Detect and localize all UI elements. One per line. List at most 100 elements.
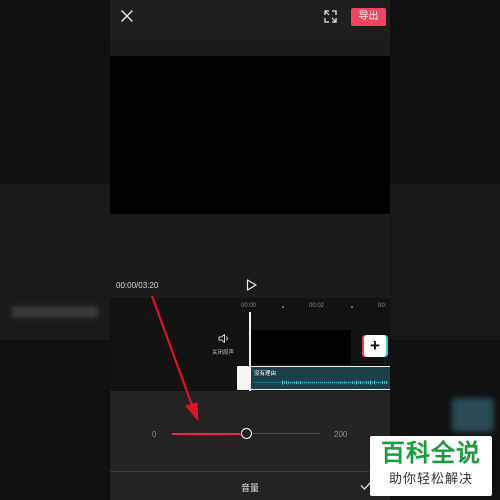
ruler-tick xyxy=(351,306,353,308)
export-button[interactable]: 导出 xyxy=(351,8,386,26)
blurred-background-right xyxy=(390,0,500,500)
waveform-bar xyxy=(272,382,274,383)
blurred-tile xyxy=(452,398,494,432)
waveform-bar xyxy=(338,381,340,384)
waveform-bar xyxy=(298,381,300,384)
audio-clip-handle[interactable] xyxy=(237,366,249,390)
waveform-bar xyxy=(342,381,344,384)
waveform-bar xyxy=(290,381,292,384)
waveform-bar xyxy=(382,381,384,384)
video-clip[interactable] xyxy=(251,330,351,364)
waveform-bar xyxy=(366,381,368,384)
waveform-bar xyxy=(368,381,370,384)
timeline[interactable]: 00:00 00:02 00: 关闭原声 + 没有理由 xyxy=(110,298,390,391)
waveform-bar xyxy=(336,381,338,384)
waveform-bar xyxy=(350,381,352,384)
waveform-bar xyxy=(274,382,276,383)
fullscreen-icon[interactable] xyxy=(324,10,337,23)
watermark-title: 百科全说 xyxy=(381,439,481,467)
audio-clip[interactable]: 没有理由 xyxy=(251,366,390,390)
panel-divider xyxy=(110,471,390,472)
watermark-logo: 百科全说 助你轻松解决 xyxy=(370,436,492,496)
waveform-bar xyxy=(268,382,270,383)
screenshot: 导出 00:00/03:20 00:00 00:02 00: 关闭原声 + 没有… xyxy=(0,0,500,500)
waveform-bar xyxy=(318,381,320,384)
waveform-bar xyxy=(386,381,388,384)
waveform-bar xyxy=(352,381,354,384)
waveform-bar xyxy=(260,382,262,383)
watermark-subtitle: 助你轻松解决 xyxy=(388,472,473,487)
waveform-bar xyxy=(296,381,298,384)
close-icon[interactable] xyxy=(120,9,134,23)
waveform-bar xyxy=(358,381,360,384)
waveform-bar xyxy=(302,381,304,384)
waveform-bar xyxy=(322,381,324,384)
top-bar: 导出 xyxy=(110,0,390,40)
waveform-bar xyxy=(376,381,378,384)
volume-panel: 0 200 音量 xyxy=(110,391,390,500)
waveform-bar xyxy=(324,381,326,384)
blurred-band xyxy=(390,184,500,340)
volume-slider-fill xyxy=(172,432,246,435)
waveform-bar xyxy=(380,381,382,384)
playback-timecode: 00:00/03:20 xyxy=(116,281,159,290)
waveform-bar xyxy=(314,381,316,384)
speaker-icon[interactable] xyxy=(218,333,230,344)
add-clip-button[interactable]: + xyxy=(364,335,386,357)
waveform-bar xyxy=(320,381,322,384)
waveform-bar xyxy=(256,382,258,383)
waveform-bar xyxy=(262,382,264,383)
waveform-bar xyxy=(326,381,328,384)
volume-slider-knob[interactable] xyxy=(241,428,252,439)
waveform-bar xyxy=(344,381,346,384)
waveform-bar xyxy=(306,381,308,384)
waveform-bar xyxy=(328,381,330,384)
waveform-bar xyxy=(276,382,278,383)
waveform-bar xyxy=(346,381,348,384)
waveform-bar xyxy=(254,382,256,383)
blurred-text xyxy=(12,306,98,318)
audio-waveform xyxy=(254,380,388,385)
waveform-bar xyxy=(332,381,334,384)
waveform-bar xyxy=(278,382,280,383)
ruler-tick xyxy=(282,306,284,308)
waveform-bar xyxy=(312,381,314,384)
waveform-bar xyxy=(292,381,294,384)
volume-slider[interactable] xyxy=(172,428,320,439)
waveform-bar xyxy=(316,381,318,384)
waveform-bar xyxy=(364,381,366,384)
audio-track-title: 没有理由 xyxy=(254,371,277,377)
waveform-bar xyxy=(384,381,386,384)
waveform-bar xyxy=(356,380,358,385)
blurred-background-left xyxy=(0,0,110,500)
volume-panel-title: 音量 xyxy=(240,483,259,493)
waveform-bar xyxy=(354,381,356,384)
waveform-bar xyxy=(310,381,312,384)
waveform-bar xyxy=(286,380,288,385)
plus-icon: + xyxy=(370,336,380,355)
waveform-bar xyxy=(266,382,268,383)
waveform-bar xyxy=(282,380,284,385)
waveform-bar xyxy=(370,380,372,385)
waveform-bar xyxy=(374,380,376,385)
waveform-bar xyxy=(308,381,310,384)
ruler-label: 00: xyxy=(378,303,387,309)
waveform-bar xyxy=(334,381,336,384)
mute-original-sound-label[interactable]: 关闭原声 xyxy=(212,348,234,356)
waveform-bar xyxy=(264,382,266,383)
waveform-bar xyxy=(372,381,374,384)
waveform-bar xyxy=(288,381,290,384)
waveform-bar xyxy=(258,382,260,383)
waveform-bar xyxy=(294,381,296,384)
waveform-bar xyxy=(270,382,272,383)
video-preview[interactable] xyxy=(110,56,390,214)
waveform-bar xyxy=(348,381,350,384)
ruler-label: 00:02 xyxy=(309,303,325,309)
waveform-bar xyxy=(300,381,302,384)
ruler-label: 00:00 xyxy=(241,303,257,309)
waveform-bar xyxy=(340,381,342,384)
playhead[interactable] xyxy=(249,312,251,391)
waveform-bar xyxy=(330,381,332,384)
waveform-bar xyxy=(360,381,362,384)
play-icon[interactable] xyxy=(246,279,257,291)
